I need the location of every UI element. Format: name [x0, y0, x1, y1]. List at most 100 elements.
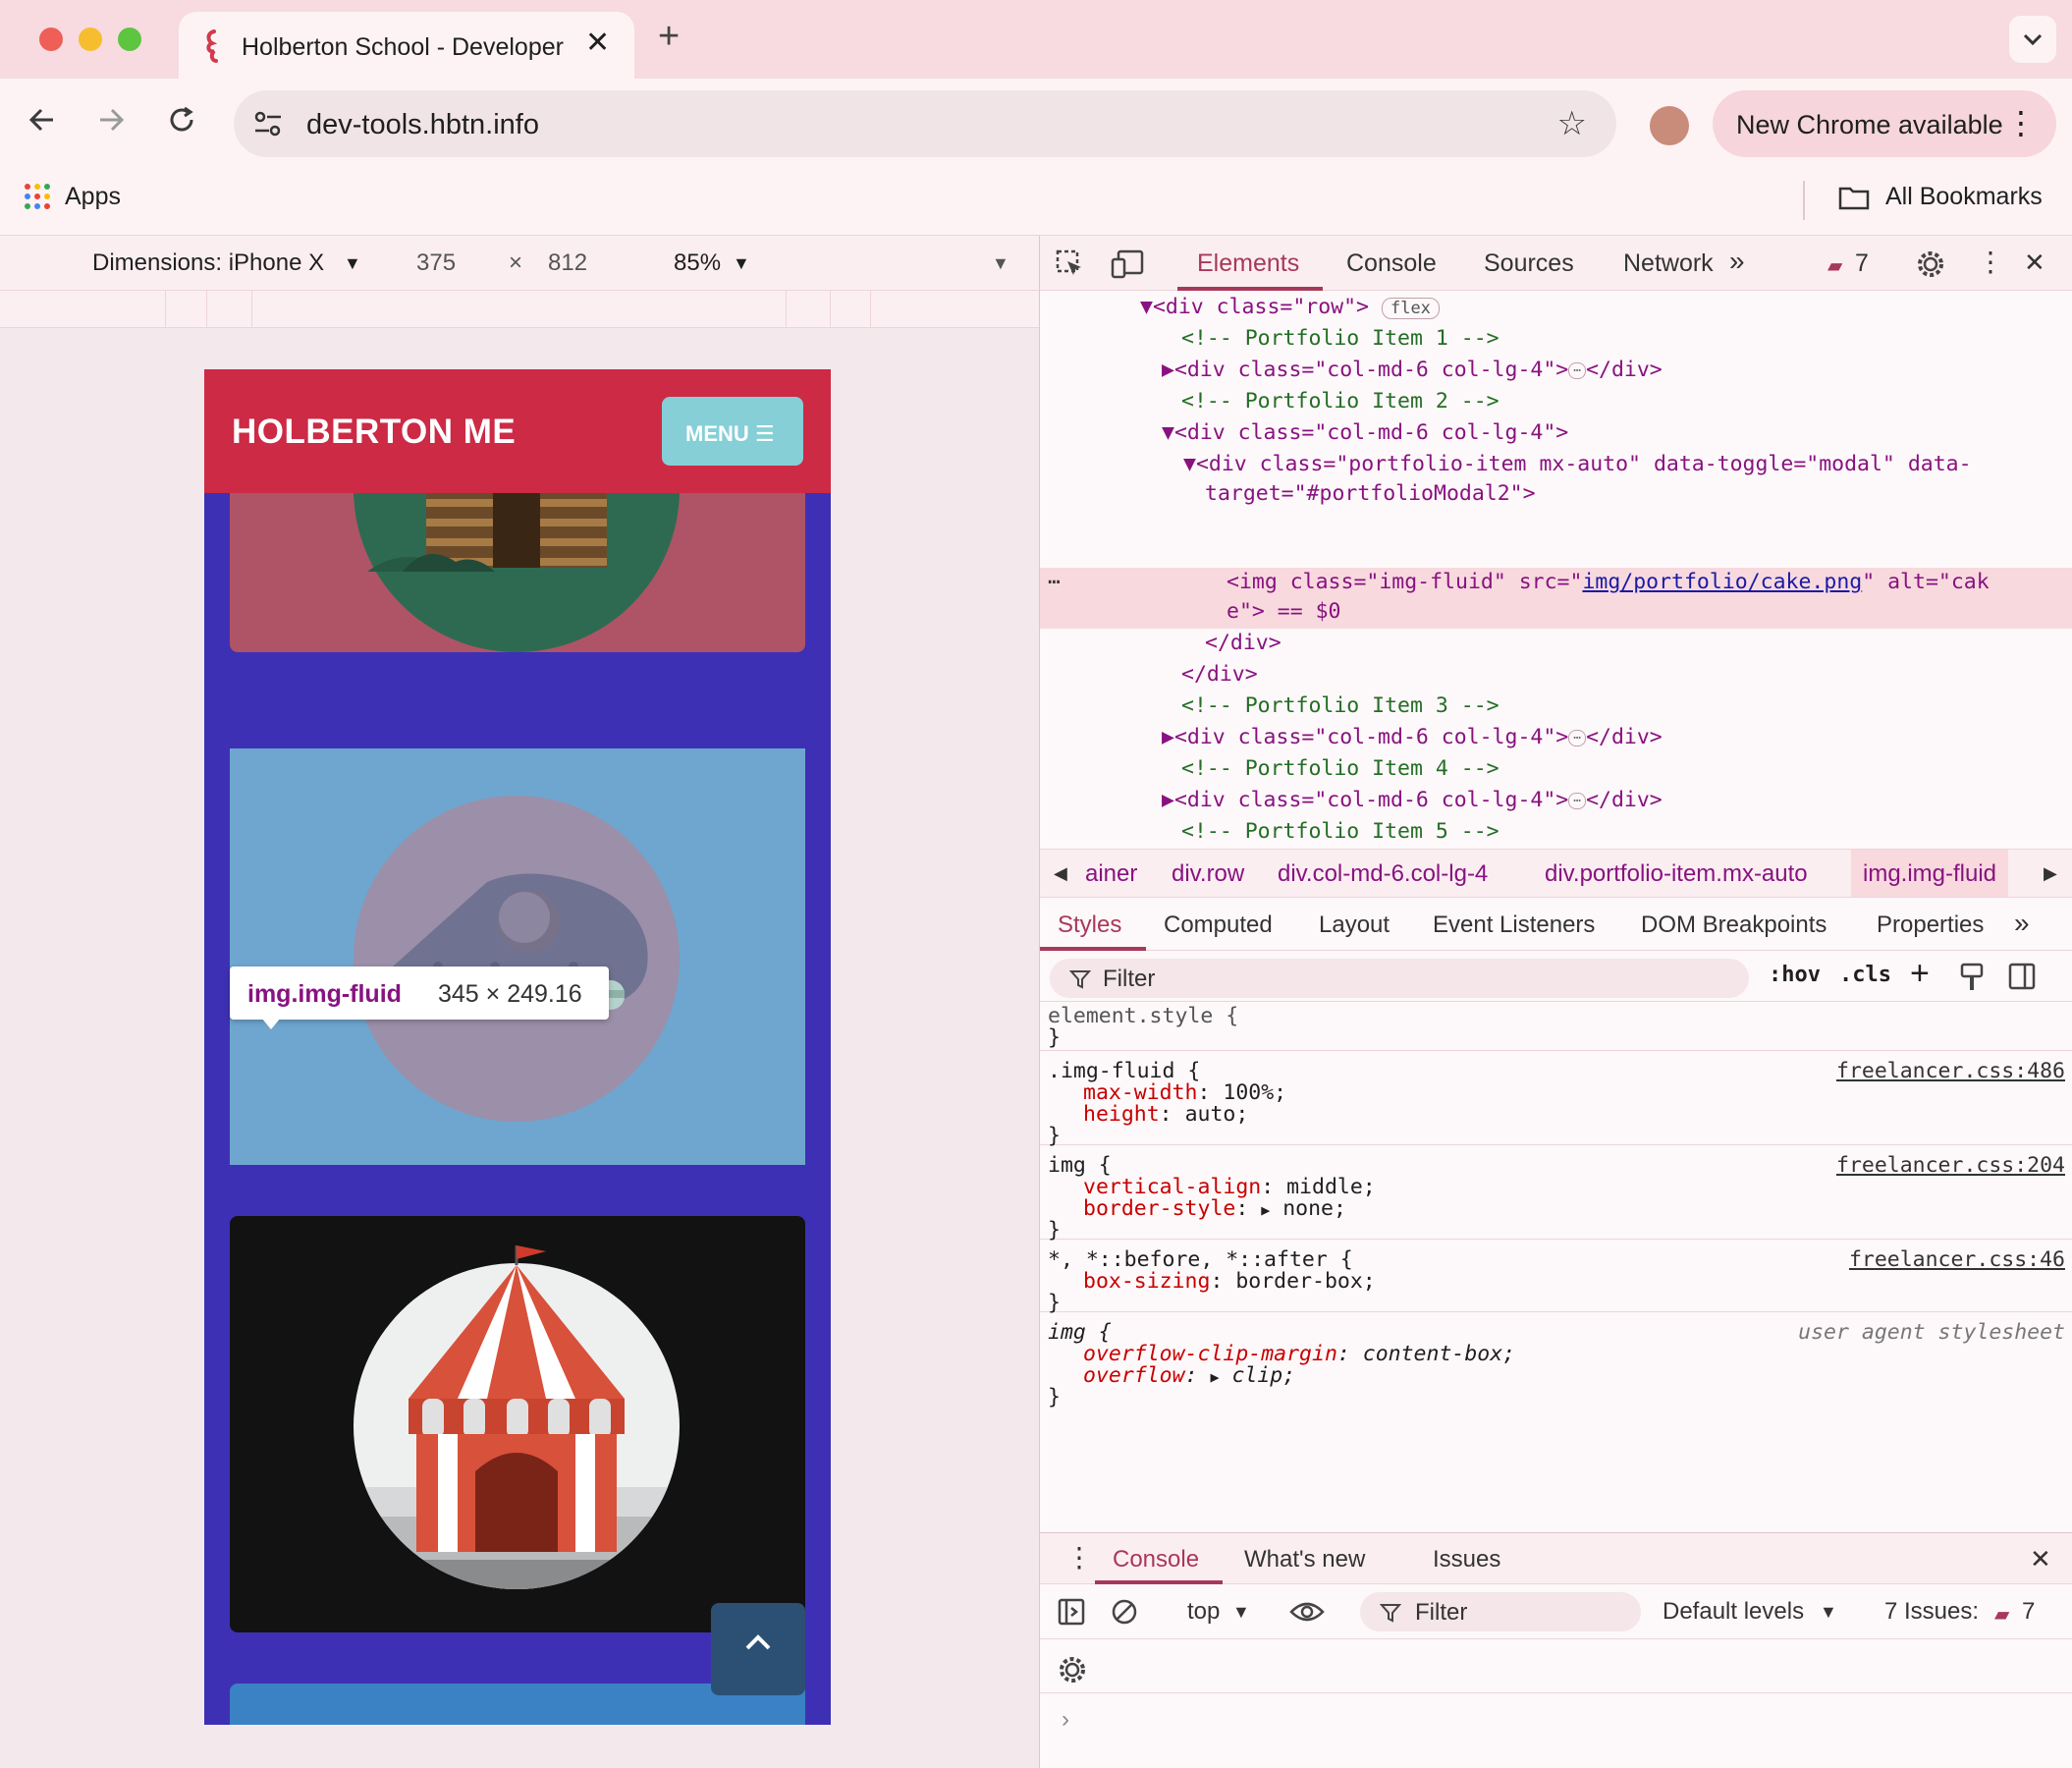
settings-gear-icon[interactable] [1916, 249, 1945, 279]
rule-declaration[interactable]: box-sizing: border-box; [1083, 1269, 1376, 1294]
portfolio-item-cake[interactable] [230, 748, 805, 1165]
node-actions-icon[interactable]: ⋯ [1048, 570, 1061, 594]
back-icon[interactable] [27, 102, 57, 143]
new-chrome-available-button[interactable]: New Chrome available ⋮ [1713, 90, 2056, 157]
site-settings-icon[interactable] [253, 110, 283, 138]
forward-icon[interactable] [96, 102, 126, 143]
context-select[interactable]: top [1187, 1598, 1220, 1626]
console-sidebar-icon[interactable] [1058, 1598, 1085, 1626]
new-tab-icon[interactable]: + [658, 16, 680, 58]
breadcrumb-item-active[interactable]: img.img-fluid [1851, 850, 2009, 897]
apps-grid-icon[interactable] [24, 183, 51, 210]
close-devtools-icon[interactable]: ✕ [2024, 248, 2045, 278]
width-input[interactable]: 375 [416, 249, 456, 277]
bookmark-star-icon[interactable]: ☆ [1557, 104, 1587, 143]
inspect-element-icon[interactable] [1056, 249, 1085, 279]
tab-event-listeners[interactable]: Event Listeners [1433, 912, 1595, 939]
breadcrumb-item[interactable]: div.portfolio-item.mx-auto [1545, 860, 1808, 888]
crumb-scroll-left-icon[interactable]: ◀ [1054, 863, 1067, 884]
minimize-window-button[interactable] [79, 28, 102, 51]
drawer-tab-console[interactable]: Console [1113, 1546, 1199, 1574]
live-expression-eye-icon[interactable] [1289, 1600, 1325, 1624]
issues-count[interactable]: 7 [2022, 1598, 2035, 1626]
breadcrumb-item[interactable]: div.row [1172, 860, 1244, 888]
dom-node-img[interactable]: <img class="img-fluid" src="img/portfoli… [1227, 570, 1990, 594]
apps-bookmark[interactable]: Apps [65, 183, 121, 211]
dom-node-portfolio-item[interactable]: ▼<div class="portfolio-item mx-auto" dat… [1183, 452, 1972, 476]
log-levels-select[interactable]: Default levels [1663, 1598, 1804, 1626]
dom-node-col[interactable]: ▶<div class="col-md-6 col-lg-4"> ⋯ </div> [1162, 358, 1663, 382]
tab-network[interactable]: Network [1623, 249, 1714, 278]
portfolio-item-circus[interactable] [230, 1216, 805, 1632]
menu-button[interactable]: MENU ☰ [662, 397, 803, 466]
tooltip-element-name: img.img-fluid [247, 980, 402, 1008]
tab-search-button[interactable] [2009, 16, 2056, 63]
clear-console-icon[interactable] [1111, 1598, 1138, 1626]
device-viewport: HOLBERTON ME MENU ☰ img.img-fluid 345 × … [0, 328, 1039, 1768]
rule-source-link[interactable]: freelancer.css:46 [1849, 1247, 2065, 1272]
maximize-window-button[interactable] [118, 28, 141, 51]
reload-icon[interactable] [167, 102, 196, 143]
tab-computed[interactable]: Computed [1164, 912, 1273, 939]
cls-toggle[interactable]: .cls [1839, 963, 1891, 987]
drawer-tab-whats-new[interactable]: What's new [1244, 1546, 1365, 1574]
dom-node-col[interactable]: ▶<div class="col-md-6 col-lg-4"> ⋯ </div> [1162, 725, 1663, 749]
console-settings-gear-icon[interactable] [1058, 1655, 1087, 1685]
console-drawer: ⋮ Console What's new Issues ✕ top ▼ Filt… [1040, 1532, 2072, 1768]
dom-node-col-expanded[interactable]: ▼<div class="col-md-6 col-lg-4"> [1162, 420, 1568, 445]
tab-sources[interactable]: Sources [1484, 249, 1574, 278]
breadcrumb-item[interactable]: div.col-md-6.col-lg-4 [1278, 860, 1488, 888]
drawer-menu-icon[interactable]: ⋮ [1065, 1541, 1093, 1574]
paint-brush-icon[interactable] [1959, 963, 1985, 992]
site-brand[interactable]: HOLBERTON ME [232, 413, 516, 452]
issues-label[interactable]: 7 Issues: [1884, 1598, 1979, 1626]
tab-console[interactable]: Console [1346, 249, 1437, 278]
close-window-button[interactable] [39, 28, 63, 51]
hov-toggle[interactable]: :hov [1769, 963, 1821, 987]
address-bar[interactable]: dev-tools.hbtn.info ☆ [234, 90, 1616, 157]
tab-elements[interactable]: Elements [1197, 249, 1299, 278]
tab-styles[interactable]: Styles [1058, 912, 1121, 939]
close-drawer-icon[interactable]: ✕ [2030, 1544, 2051, 1575]
rule-selector[interactable]: element.style { [1048, 1004, 1238, 1028]
issues-icon: ▰ [1994, 1604, 2010, 1626]
more-vert-icon[interactable]: ⋮ [1977, 246, 2004, 278]
new-style-rule-icon[interactable]: + [1910, 955, 1930, 993]
zoom-select[interactable]: 85% [674, 249, 721, 277]
dom-node-img-cont: e"> == $0 [1227, 599, 1341, 624]
rule-declaration[interactable]: overflow: ▶ clip; [1083, 1363, 1295, 1388]
drawer-tab-issues[interactable]: Issues [1433, 1546, 1500, 1574]
rule-source-link[interactable]: freelancer.css:486 [1836, 1059, 2065, 1083]
crumb-scroll-right-icon[interactable]: ▶ [2044, 863, 2057, 884]
rule-source-link[interactable]: freelancer.css:204 [1836, 1153, 2065, 1178]
flex-badge[interactable]: flex [1381, 298, 1440, 319]
more-vert-icon[interactable]: ⋮ [2005, 104, 2037, 141]
rule-declaration[interactable]: border-style: ▶ none; [1083, 1196, 1346, 1221]
all-bookmarks-button[interactable]: All Bookmarks [1885, 183, 2043, 211]
close-tab-icon[interactable]: ✕ [585, 26, 610, 60]
device-toggle-icon[interactable] [1111, 249, 1144, 279]
dom-node-col[interactable]: ▶<div class="col-md-6 col-lg-4"> ⋯ </div> [1162, 788, 1663, 812]
rule-declaration[interactable]: height: auto; [1083, 1102, 1248, 1127]
dom-node-row[interactable]: ▼<div class="row"> flex [1140, 295, 1440, 319]
issues-icon[interactable]: ▰ [1827, 253, 1842, 278]
tab-dom-breakpoints[interactable]: DOM Breakpoints [1641, 912, 1827, 939]
console-filter-input[interactable]: Filter [1360, 1592, 1641, 1631]
more-tabs-icon[interactable]: » [1729, 246, 1745, 277]
tab-properties[interactable]: Properties [1877, 912, 1984, 939]
issues-counter[interactable]: 7 [1855, 249, 1869, 278]
more-tabs-icon[interactable]: » [2014, 908, 2030, 939]
styles-filter-input[interactable]: Filter [1050, 959, 1749, 998]
img-src-link[interactable]: img/portfolio/cake.png [1582, 570, 1862, 594]
console-prompt-icon[interactable]: › [1062, 1706, 1069, 1734]
height-input[interactable]: 812 [548, 249, 587, 277]
dimensions-select[interactable]: Dimensions: iPhone X [92, 249, 324, 277]
breadcrumb-item[interactable]: ainer [1085, 860, 1137, 888]
profile-avatar[interactable] [1650, 106, 1689, 145]
portfolio-item-cabin[interactable] [230, 493, 805, 652]
scroll-to-top-button[interactable] [711, 1603, 805, 1695]
sidebar-toggle-icon[interactable] [2008, 963, 2036, 990]
tab-layout[interactable]: Layout [1319, 912, 1390, 939]
browser-tab[interactable]: Holberton School - Developer ✕ [179, 12, 634, 79]
device-options-icon[interactable]: ▼ [992, 253, 1009, 274]
